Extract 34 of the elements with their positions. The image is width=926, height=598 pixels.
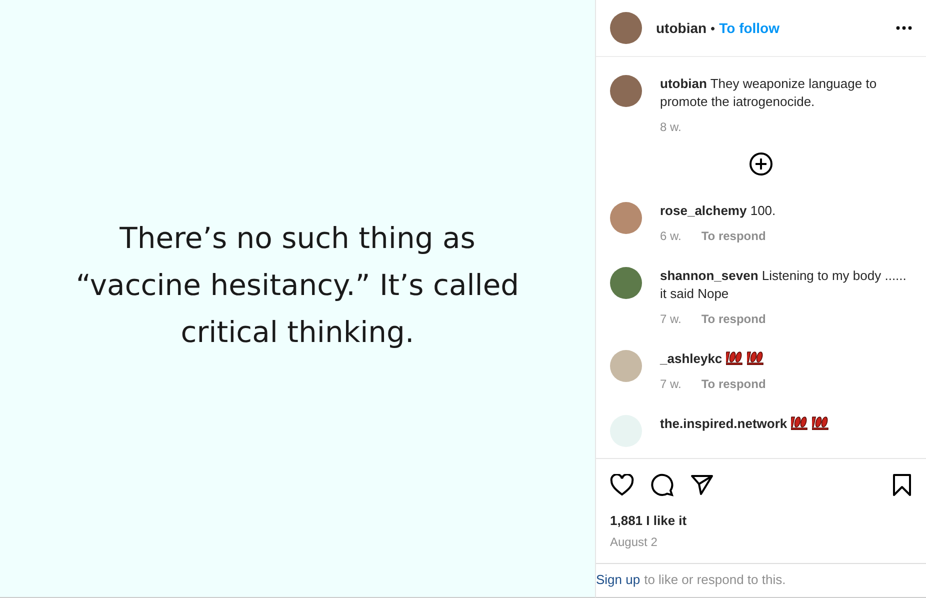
hundred-points-icon — [726, 350, 744, 366]
bookmark-icon[interactable] — [892, 474, 912, 496]
quote-text: There’s no such thing as “vaccine hesitancy.” It’s called critical thinking. — [74, 220, 520, 351]
comment-text: rose_alchemy 100. — [660, 202, 777, 220]
reply-link[interactable]: To respond — [701, 312, 766, 326]
plus-circle-icon[interactable] — [749, 152, 773, 176]
reply-link[interactable]: To respond — [701, 229, 766, 243]
comment-text: the.inspired.network — [660, 415, 912, 433]
hundred-points-icon — [747, 350, 766, 366]
comment-icon[interactable] — [650, 473, 674, 497]
caption-time: 8 w. — [660, 120, 682, 134]
send-icon[interactable] — [690, 474, 714, 496]
likes-count: 1,881 I like it — [610, 513, 688, 528]
comment-text: shannon_seven Listening to my body ...... it said Nope — [660, 267, 908, 303]
hundred-points-icon — [812, 415, 830, 431]
sign-up-link[interactable]: Sign up — [596, 572, 640, 587]
comment-time: 7 w. — [660, 377, 682, 391]
separator-dot: • — [710, 20, 716, 36]
comment-time: 7 w. — [660, 312, 682, 326]
post-date: August 2 — [610, 535, 658, 551]
hundred-points-icon — [790, 415, 809, 431]
reply-link[interactable]: To respond — [701, 377, 766, 391]
username[interactable]: utobian — [656, 20, 707, 36]
more-options-icon[interactable] — [896, 26, 912, 30]
follow-link[interactable]: To follow — [719, 20, 780, 36]
avatar[interactable] — [610, 75, 642, 107]
avatar[interactable] — [610, 202, 642, 234]
caption-text: utobian They weaponize language to promote the iatrogenocide. — [660, 75, 878, 111]
heart-icon[interactable] — [610, 474, 634, 496]
comment-time: 6 w. — [660, 229, 682, 243]
avatar[interactable] — [610, 267, 642, 299]
comment-text: _ashleykc — [660, 350, 912, 368]
avatar[interactable] — [610, 12, 642, 44]
login-prompt: to like or respond to this. — [644, 572, 786, 587]
